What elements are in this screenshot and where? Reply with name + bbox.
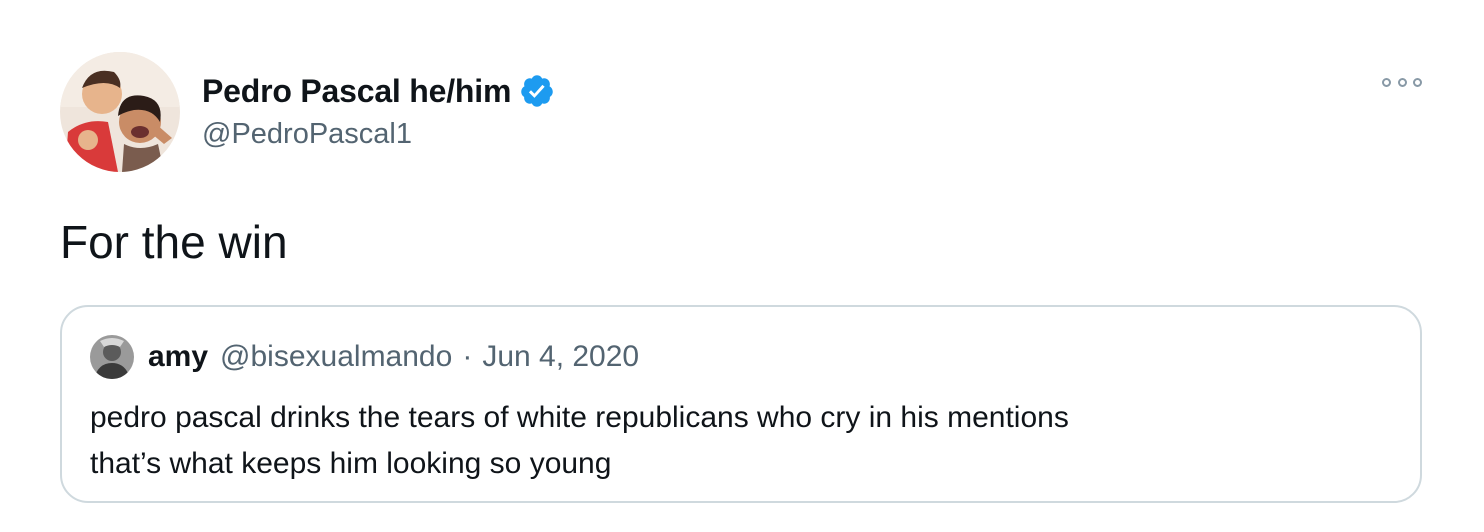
author-name-row: Pedro Pascal he/him	[202, 71, 555, 111]
author-avatar[interactable]	[60, 52, 180, 172]
ellipsis-dot	[1413, 77, 1422, 87]
avatar-image	[60, 52, 180, 172]
tweet-header: Pedro Pascal he/him @PedroPascal1	[60, 52, 555, 172]
tweet-text: For the win	[60, 216, 288, 268]
quoted-tweet-text-line: pedro pascal drinks the tears of white r…	[90, 401, 1069, 434]
quoted-author-handle[interactable]: @bisexualmando	[220, 340, 452, 374]
quoted-author-avatar[interactable]	[90, 335, 134, 379]
verified-badge-icon	[519, 73, 555, 109]
ellipsis-dot	[1382, 77, 1391, 87]
ellipsis-dot	[1397, 77, 1407, 87]
author-display-name[interactable]: Pedro Pascal he/him	[202, 71, 511, 111]
quoted-tweet-header: amy @bisexualmando · Jun 4, 2020	[90, 331, 639, 383]
quoted-author-display-name[interactable]: amy	[148, 340, 208, 374]
quoted-avatar-image	[90, 335, 134, 379]
ellipsis-icon[interactable]	[1382, 72, 1422, 92]
author-identity: Pedro Pascal he/him @PedroPascal1	[202, 71, 555, 153]
quoted-tweet-text-line: that’s what keeps him looking so young	[90, 447, 612, 480]
quoted-tweet-text: pedro pascal drinks the tears of white r…	[90, 395, 1390, 487]
quoted-tweet-card[interactable]: amy @bisexualmando · Jun 4, 2020 pedro p…	[60, 305, 1422, 503]
author-handle[interactable]: @PedroPascal1	[202, 115, 555, 153]
quoted-tweet-date[interactable]: Jun 4, 2020	[482, 340, 639, 374]
meta-separator: ·	[462, 340, 473, 373]
